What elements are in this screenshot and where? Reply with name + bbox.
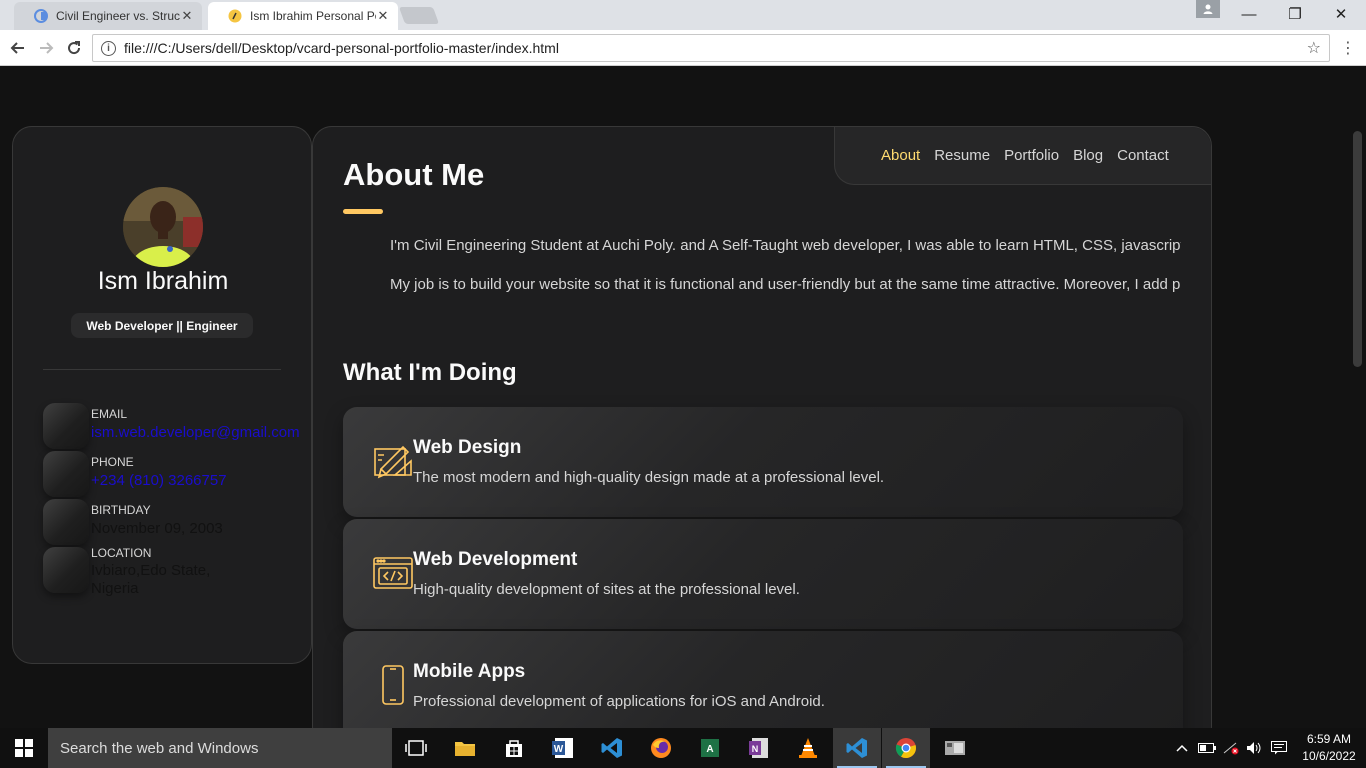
- menu-kebab-icon[interactable]: ⋮: [1340, 38, 1356, 58]
- taskbar-search-input[interactable]: Search the web and Windows: [48, 728, 392, 768]
- browser-tab-civil-engineer[interactable]: Civil Engineer vs. Structur ✕: [14, 2, 202, 30]
- contact-label: BIRTHDAY: [91, 503, 151, 517]
- profile-sidebar: Ism Ibrahim Web Developer || Engineer EM…: [12, 126, 312, 664]
- calendar-icon: [43, 499, 89, 545]
- browser-toolbar: i file:///C:/Users/dell/Desktop/vcard-pe…: [0, 30, 1366, 66]
- windows-start-icon[interactable]: [0, 728, 48, 768]
- about-paragraph-1: I'm Civil Engineering Student at Auchi P…: [390, 237, 1181, 254]
- contact-item-location: LOCATION Ivbiaro,Edo State, Nigeria: [43, 546, 313, 597]
- notifications-icon[interactable]: [1268, 728, 1290, 768]
- svg-text:N: N: [752, 744, 759, 754]
- location-pin-icon: [43, 547, 89, 593]
- browser-tab-bar: Civil Engineer vs. Structur ✕ Ism Ibrahi…: [0, 0, 1366, 30]
- close-tab-icon[interactable]: ✕: [376, 8, 390, 24]
- vlc-icon[interactable]: [784, 728, 832, 768]
- vscode-icon[interactable]: [588, 728, 636, 768]
- contact-item-email: EMAIL ism.web.developer@gmail.com: [43, 403, 313, 449]
- location-value: Ivbiaro,Edo State,: [91, 562, 211, 579]
- phone-icon: [43, 451, 89, 497]
- url-text: file:///C:/Users/dell/Desktop/vcard-pers…: [124, 40, 559, 56]
- about-paragraph-2: My job is to build your website so that …: [390, 276, 1181, 293]
- main-navbar: About Resume Portfolio Blog Contact: [834, 127, 1211, 185]
- file-explorer-icon[interactable]: [441, 728, 489, 768]
- sidebar-divider: [43, 369, 281, 370]
- windows-taskbar: Search the web and Windows W A N 6:59 AM…: [0, 728, 1366, 768]
- email-link[interactable]: ism.web.developer@gmail.com: [91, 424, 300, 442]
- tab-title: Civil Engineer vs. Structur: [56, 9, 180, 23]
- volume-icon[interactable]: [1244, 728, 1266, 768]
- about-article: About Resume Portfolio Blog Contact Abou…: [312, 126, 1212, 728]
- profile-title-badge: Web Developer || Engineer: [71, 313, 253, 338]
- contact-label: LOCATION: [91, 546, 152, 560]
- address-bar[interactable]: i file:///C:/Users/dell/Desktop/vcard-pe…: [92, 34, 1330, 62]
- page-scrollbar[interactable]: [1349, 67, 1366, 728]
- nav-link-about[interactable]: About: [881, 147, 920, 164]
- new-tab-button[interactable]: [398, 7, 440, 24]
- back-arrow-icon[interactable]: [8, 38, 28, 58]
- tab-title: Ism Ibrahim Personal Por: [250, 9, 376, 23]
- page-title: About Me: [343, 157, 485, 192]
- contact-label: PHONE: [91, 455, 134, 469]
- nav-link-blog[interactable]: Blog: [1073, 147, 1103, 164]
- info-icon[interactable]: i: [101, 40, 116, 56]
- firefox-icon[interactable]: [637, 728, 685, 768]
- service-text: High-quality development of sites at the…: [413, 581, 800, 598]
- birthday-value: November 09, 2003: [91, 520, 223, 537]
- phone-icon: [373, 665, 413, 705]
- service-title: Web Design: [413, 437, 522, 458]
- service-title: Web Development: [413, 549, 578, 570]
- tab-favicon-icon: [34, 9, 48, 23]
- tab-favicon-icon: [228, 9, 242, 23]
- network-icon[interactable]: [1220, 728, 1242, 768]
- chrome-icon[interactable]: [882, 728, 930, 768]
- mail-icon: [43, 403, 89, 449]
- profile-name: Ism Ibrahim: [97, 267, 229, 295]
- scrollbar-thumb[interactable]: [1353, 131, 1362, 367]
- tray-chevron-icon[interactable]: [1172, 728, 1192, 768]
- nav-link-resume[interactable]: Resume: [934, 147, 990, 164]
- store-icon[interactable]: [490, 728, 538, 768]
- forward-arrow-icon[interactable]: [36, 38, 56, 58]
- task-view-icon[interactable]: [392, 728, 440, 768]
- avatar: [123, 187, 203, 267]
- contact-item-phone: PHONE +234 (810) 3266757: [43, 451, 313, 497]
- reload-icon[interactable]: [64, 38, 84, 58]
- services-heading: What I'm Doing: [343, 359, 517, 386]
- office-app-icon[interactable]: A: [686, 728, 734, 768]
- contact-item-birthday: BIRTHDAY November 09, 2003: [43, 499, 313, 545]
- taskbar-clock[interactable]: 6:59 AM 10/6/2022: [1296, 731, 1362, 765]
- browser-tab-portfolio[interactable]: Ism Ibrahim Personal Por ✕: [208, 2, 398, 30]
- clock-time: 6:59 AM: [1306, 732, 1352, 746]
- word-icon[interactable]: W: [539, 728, 587, 768]
- svg-text:W: W: [554, 744, 564, 755]
- contact-label: EMAIL: [91, 407, 128, 421]
- app-icon[interactable]: [931, 728, 979, 768]
- minimize-button[interactable]: —: [1226, 0, 1272, 28]
- profile-icon[interactable]: [1196, 0, 1220, 18]
- service-card-web-development: Web Development High-quality development…: [343, 519, 1183, 629]
- vscode-icon-2[interactable]: [833, 728, 881, 768]
- service-card-mobile-apps: Mobile Apps Professional development of …: [343, 631, 1183, 728]
- location-value-line2: Nigeria: [91, 580, 139, 597]
- nav-link-portfolio[interactable]: Portfolio: [1004, 147, 1059, 164]
- service-card-web-design: Web Design The most modern and high-qual…: [343, 407, 1183, 517]
- page-viewport: Ism Ibrahim Web Developer || Engineer EM…: [0, 67, 1366, 728]
- battery-icon[interactable]: [1196, 728, 1218, 768]
- clock-date: 10/6/2022: [1302, 749, 1356, 763]
- service-text: Professional development of applications…: [413, 693, 825, 710]
- close-window-button[interactable]: ✕: [1318, 0, 1364, 28]
- onenote-icon[interactable]: N: [735, 728, 783, 768]
- svg-text:A: A: [706, 744, 713, 755]
- title-underline: [343, 209, 383, 214]
- service-text: The most modern and high-quality design …: [413, 469, 885, 486]
- design-icon: [373, 441, 413, 481]
- phone-link[interactable]: +234 (810) 3266757: [91, 472, 227, 490]
- code-icon: [373, 553, 413, 593]
- nav-link-contact[interactable]: Contact: [1117, 147, 1169, 164]
- close-tab-icon[interactable]: ✕: [180, 8, 194, 24]
- bookmark-star-icon[interactable]: ☆: [1307, 38, 1321, 58]
- service-title: Mobile Apps: [413, 661, 526, 682]
- restore-button[interactable]: ❐: [1272, 0, 1318, 28]
